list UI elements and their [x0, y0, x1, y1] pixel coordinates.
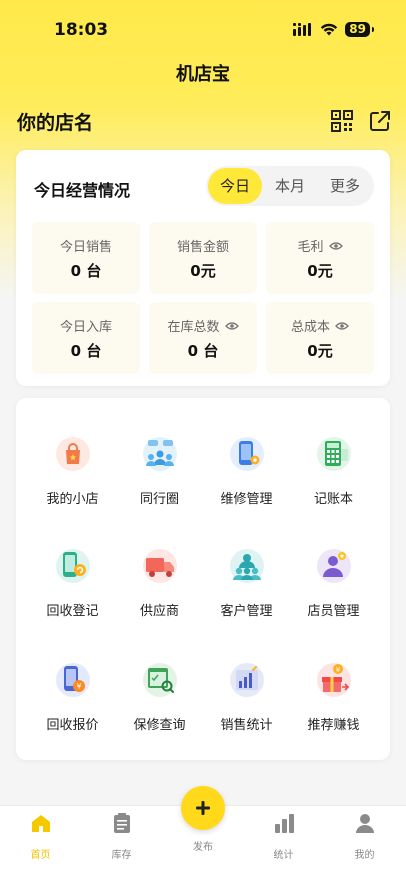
- menu-supplier[interactable]: 供应商: [113, 546, 206, 619]
- wifi-icon: [321, 23, 338, 35]
- gift-icon: ¥: [316, 663, 351, 697]
- stat-label: 毛利: [297, 240, 324, 255]
- period-selector: 今日 本月 更多: [206, 166, 374, 206]
- status-icons: 89: [293, 21, 374, 37]
- shop-name[interactable]: 你的店名: [17, 108, 93, 135]
- stat-today-sales[interactable]: 今日销售 0 台: [32, 222, 140, 294]
- menu-label: 回收登记: [46, 604, 99, 619]
- status-time: 18:03: [54, 20, 109, 40]
- menu-staff-management[interactable]: 店员管理: [287, 546, 380, 619]
- stat-label: 总成本: [290, 320, 330, 335]
- tab-label: 库存: [111, 850, 132, 861]
- stat-value: 0 台: [70, 342, 102, 360]
- customers-icon: [229, 549, 264, 583]
- menu-label: 同行圈: [139, 492, 179, 507]
- menu-peer-circle[interactable]: 同行圈: [113, 434, 206, 507]
- menu-label: 记账本: [313, 492, 353, 507]
- stat-sales-amount[interactable]: 销售金额 0元: [149, 222, 257, 294]
- menu-label: 我的小店: [46, 492, 99, 507]
- stat-total-stock[interactable]: 在库总数 0 台: [149, 302, 257, 374]
- clipboard-icon: [113, 813, 130, 833]
- stat-value: 0 台: [70, 262, 102, 280]
- recycle-phone-icon: [55, 549, 90, 583]
- stat-value: 0元: [307, 342, 333, 360]
- menu-account-book[interactable]: 记账本: [287, 434, 380, 507]
- menu-label: 店员管理: [307, 604, 360, 619]
- calculator-icon: [316, 437, 351, 471]
- user-icon: [355, 814, 374, 833]
- menu-repair-management[interactable]: 维修管理: [200, 434, 293, 507]
- tab-label: 统计: [273, 850, 294, 861]
- stat-label: 在库总数: [167, 320, 220, 335]
- menu-label: 推荐赚钱: [307, 718, 360, 733]
- signal-icon: [293, 22, 312, 36]
- tab-home[interactable]: 首页: [0, 806, 81, 861]
- eye-icon[interactable]: [335, 321, 349, 331]
- truck-icon: [142, 549, 177, 583]
- tab-mine[interactable]: 我的: [324, 806, 405, 861]
- tab-label: 我的: [354, 850, 375, 861]
- app-title: 机店宝: [176, 64, 230, 85]
- eye-icon[interactable]: [328, 241, 343, 251]
- menu-warranty-query[interactable]: 保修查询: [113, 660, 206, 733]
- menu-recycle-quote[interactable]: ¥ 回收报价: [26, 660, 119, 733]
- menu-label: 客户管理: [220, 604, 273, 619]
- home-icon: [31, 815, 50, 832]
- stat-label: 今日销售: [59, 240, 112, 255]
- menu-label: 维修管理: [220, 492, 273, 507]
- eye-icon[interactable]: [224, 321, 239, 331]
- menu-label: 回收报价: [46, 718, 99, 733]
- stat-label: 销售金额: [176, 240, 229, 255]
- peer-circle-icon: [142, 437, 177, 471]
- menu-recycle-register[interactable]: 回收登记: [26, 546, 119, 619]
- staff-icon: [316, 549, 351, 583]
- menu-my-shop[interactable]: 我的小店: [26, 434, 119, 507]
- sales-chart-icon: [229, 663, 264, 697]
- publish-label: 发布: [193, 842, 213, 853]
- battery-icon: 89: [345, 21, 374, 37]
- tab-this-month[interactable]: 本月: [263, 168, 317, 204]
- menu-customer-management[interactable]: 客户管理: [200, 546, 293, 619]
- menu-label: 销售统计: [220, 718, 273, 733]
- tab-label: 首页: [30, 850, 51, 861]
- share-icon[interactable]: [368, 109, 392, 133]
- tab-today[interactable]: 今日: [208, 168, 262, 204]
- tab-more[interactable]: 更多: [318, 168, 372, 204]
- overview-title: 今日经营情况: [34, 181, 131, 200]
- repair-phone-icon: [229, 437, 264, 471]
- stat-total-cost[interactable]: 总成本 0元: [266, 302, 374, 374]
- stat-label: 今日入库: [59, 320, 112, 335]
- qr-code-icon[interactable]: [331, 110, 353, 132]
- svg-text:¥: ¥: [335, 666, 340, 674]
- stat-gross-profit[interactable]: 毛利 0元: [266, 222, 374, 294]
- publish-button[interactable]: [181, 786, 225, 830]
- status-bar: 18:03 89: [0, 0, 406, 56]
- svg-text:¥: ¥: [76, 682, 81, 691]
- stat-value: 0 台: [187, 342, 219, 360]
- shopping-bag-icon: [55, 437, 90, 471]
- business-overview-card: 今日经营情况 今日 本月 更多 今日销售 0 台 销售金额 0元 毛利 0元 今…: [16, 150, 390, 386]
- bar-chart-icon: [274, 814, 294, 833]
- stat-value: 0元: [190, 262, 216, 280]
- stat-value: 0元: [307, 262, 333, 280]
- tab-inventory[interactable]: 库存: [81, 806, 162, 861]
- menu-refer-earn[interactable]: ¥ 推荐赚钱: [287, 660, 380, 733]
- warranty-search-icon: [142, 663, 177, 697]
- function-menu-card: 我的小店 同行圈 维修管理 记账本 回收登记 供应商 客户管理 店员管理 ¥ 回…: [16, 398, 390, 760]
- menu-sales-statistics[interactable]: 销售统计: [200, 660, 293, 733]
- stat-today-stock-in[interactable]: 今日入库 0 台: [32, 302, 140, 374]
- plus-icon: [196, 801, 210, 815]
- price-phone-icon: ¥: [55, 663, 90, 697]
- tab-statistics[interactable]: 统计: [243, 806, 324, 861]
- menu-label: 保修查询: [133, 718, 186, 733]
- menu-label: 供应商: [139, 604, 179, 619]
